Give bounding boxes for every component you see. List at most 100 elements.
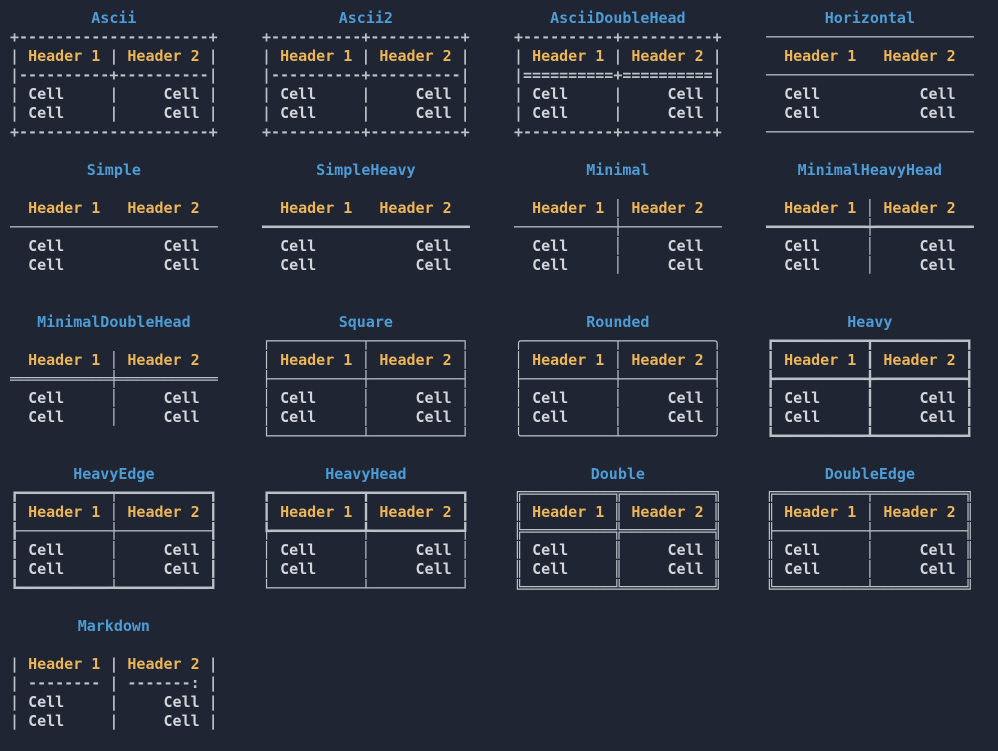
table-title: Horizontal bbox=[766, 9, 974, 28]
table-border: | bbox=[514, 104, 532, 122]
header-text: Header 1 bbox=[280, 503, 352, 521]
table-border: | bbox=[514, 85, 532, 103]
table-line bbox=[10, 180, 218, 199]
cell-text: Cell bbox=[28, 712, 64, 730]
table-border bbox=[452, 237, 470, 255]
table-border bbox=[200, 408, 218, 426]
cell-text: Cell bbox=[164, 85, 200, 103]
table-markdown: Markdown| Header 1 | Header 2 || -------… bbox=[10, 617, 218, 731]
table-line: │ Header 1 │ Header 2 │ bbox=[514, 351, 722, 370]
table-border: | bbox=[352, 47, 379, 65]
table-border bbox=[64, 256, 163, 274]
table-border: ╔══════════╤══════════╗ bbox=[766, 484, 974, 502]
table-line: |==========+==========| bbox=[514, 66, 722, 85]
cell-text: Cell bbox=[920, 541, 956, 559]
table-line: Cell Cell bbox=[10, 237, 218, 256]
table-line: ─────────────────────── bbox=[766, 66, 974, 85]
table-line bbox=[10, 636, 218, 655]
table-line: Cell Cell bbox=[10, 256, 218, 275]
table-border: ┃ bbox=[200, 541, 218, 559]
table-border: │ bbox=[262, 560, 280, 578]
table-border bbox=[262, 256, 280, 274]
table-border: ║ bbox=[604, 503, 631, 521]
table-border: ┃ bbox=[766, 408, 784, 426]
cell-text: Cell bbox=[532, 85, 568, 103]
cell-text: Cell bbox=[164, 104, 200, 122]
table-border bbox=[956, 199, 974, 217]
table-border: ║ bbox=[956, 541, 974, 559]
header-text: Header 1 bbox=[784, 47, 856, 65]
table-line: Header 1 │ Header 2 bbox=[766, 199, 974, 218]
header-text: Header 2 bbox=[379, 47, 451, 65]
table-border: | bbox=[200, 85, 218, 103]
table-simple: Simple Header 1 Header 2 ───────────────… bbox=[10, 161, 218, 275]
table-border: │ bbox=[820, 541, 919, 559]
table-line: │ Cell │ Cell │ bbox=[262, 408, 470, 427]
table-heavy: Heavy┏━━━━━━━━━━┳━━━━━━━━━━┓┃ Header 1 ┃… bbox=[766, 313, 974, 446]
table-border: │ bbox=[64, 389, 163, 407]
table-border: │ bbox=[514, 389, 532, 407]
table-line: │ Cell │ Cell │ bbox=[262, 389, 470, 408]
table-border: | bbox=[10, 712, 28, 730]
table-border: ┃ bbox=[452, 503, 470, 521]
table-border: |----------+----------| bbox=[10, 66, 218, 84]
table-line: | Cell | Cell | bbox=[514, 85, 722, 104]
table-line: Header 1 Header 2 bbox=[10, 199, 218, 218]
table-border: | bbox=[704, 47, 722, 65]
table-line bbox=[766, 180, 974, 199]
header-text: Header 2 bbox=[379, 351, 451, 369]
table-line: ┃ Cell │ Cell ┃ bbox=[10, 541, 218, 560]
table-line: ───────────┼─────────── bbox=[514, 218, 722, 237]
cell-text: Cell bbox=[164, 389, 200, 407]
cell-text: Cell bbox=[784, 389, 820, 407]
table-border: ┠──────────┼──────────┨ bbox=[10, 522, 218, 540]
table-border: |==========+==========| bbox=[514, 66, 722, 84]
table-border: ┃ bbox=[766, 351, 784, 369]
table-line: ┡━━━━━━━━━━╇━━━━━━━━━━┩ bbox=[262, 522, 470, 541]
table-border: | bbox=[10, 85, 28, 103]
header-text: Header 2 bbox=[883, 503, 955, 521]
table-border: ║ bbox=[766, 541, 784, 559]
table-line: │ Cell │ Cell │ bbox=[514, 408, 722, 427]
table-border: ┗━━━━━━━━━━┷━━━━━━━━━━┛ bbox=[10, 579, 218, 597]
header-text: Header 2 bbox=[631, 199, 703, 217]
cell-text: Cell bbox=[920, 237, 956, 255]
table-border: │ bbox=[262, 351, 280, 369]
table-border: │ bbox=[568, 256, 667, 274]
table-line: ├──────────┼──────────┤ bbox=[514, 370, 722, 389]
table-border: | bbox=[200, 104, 218, 122]
table-heavyedge: HeavyEdge┏━━━━━━━━━━┯━━━━━━━━━━┓┃ Header… bbox=[10, 465, 218, 598]
table-border: ║ bbox=[704, 541, 722, 559]
table-border: │ bbox=[820, 560, 919, 578]
table-line: ╭──────────┬──────────╮ bbox=[514, 332, 722, 351]
table-border bbox=[856, 47, 883, 65]
cell-text: Cell bbox=[28, 560, 64, 578]
table-border: | bbox=[262, 104, 280, 122]
table-line: |----------+----------| bbox=[262, 66, 470, 85]
cell-text: Cell bbox=[416, 408, 452, 426]
cell-text: Cell bbox=[668, 256, 704, 274]
table-border bbox=[316, 256, 415, 274]
table-border: ─────────────────────── bbox=[766, 28, 974, 46]
table-border: ┃ bbox=[856, 351, 883, 369]
table-border: │ bbox=[316, 541, 415, 559]
table-line: │ Cell │ Cell │ bbox=[262, 560, 470, 579]
cell-text: Cell bbox=[416, 256, 452, 274]
table-line: Cell │ Cell bbox=[10, 389, 218, 408]
table-border bbox=[10, 351, 28, 369]
table-title: Rounded bbox=[514, 313, 722, 332]
table-border: | bbox=[514, 47, 532, 65]
table-border: | bbox=[10, 104, 28, 122]
table-border bbox=[10, 256, 28, 274]
table-border bbox=[956, 47, 974, 65]
table-line: | Cell | Cell | bbox=[262, 85, 470, 104]
table-line: ╔══════════╦══════════╗ bbox=[514, 484, 722, 503]
table-border bbox=[956, 85, 974, 103]
table-border bbox=[704, 256, 722, 274]
table-line: Cell │ Cell bbox=[514, 256, 722, 275]
table-border: │ bbox=[452, 408, 470, 426]
table-line bbox=[514, 180, 722, 199]
table-border: │ bbox=[64, 541, 163, 559]
table-border: ┏━━━━━━━━━━┯━━━━━━━━━━┓ bbox=[10, 484, 218, 502]
table-line: │ Cell │ Cell │ bbox=[514, 389, 722, 408]
